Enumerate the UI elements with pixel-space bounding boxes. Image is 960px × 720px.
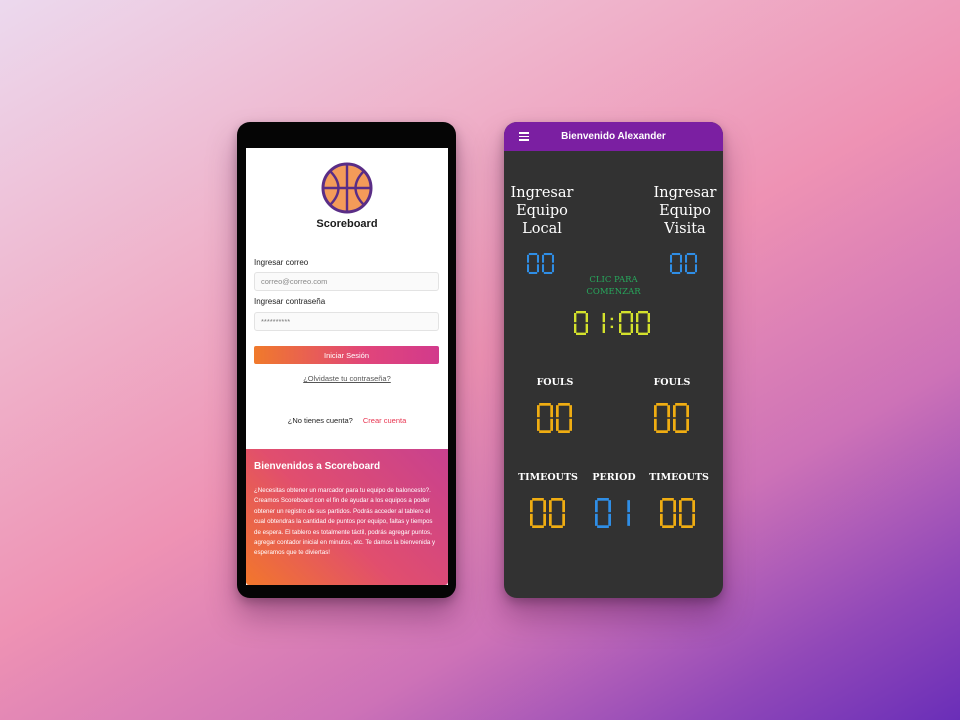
basketball-icon <box>321 162 373 214</box>
email-label: Ingresar correo <box>254 258 309 267</box>
local-fouls-label: FOULS <box>536 377 574 388</box>
signup-row: ¿No tienes cuenta? Crear cuenta <box>246 416 448 425</box>
welcome-title: Bienvenidos a Scoreboard <box>254 461 381 472</box>
password-field[interactable] <box>254 312 439 331</box>
no-account-text: ¿No tienes cuenta? <box>287 416 353 425</box>
forgot-password-link[interactable]: ¿Olvidaste tu contraseña? <box>246 374 448 383</box>
phone-scoreboard: Bienvenido Alexander Ingresar Equipo Loc… <box>504 122 723 598</box>
login-screen: Scoreboard Ingresar correo Ingresar cont… <box>246 148 448 585</box>
app-bar: Bienvenido Alexander <box>504 122 723 151</box>
digit-0 <box>556 403 572 433</box>
logo-title: Scoreboard <box>316 218 378 230</box>
game-timer[interactable] <box>574 311 653 335</box>
digit-0 <box>654 403 670 433</box>
password-label: Ingresar contraseña <box>254 297 326 306</box>
visit-team-name[interactable]: Ingresar Equipo Visita <box>648 184 722 238</box>
colon-separator <box>610 317 614 329</box>
local-score[interactable] <box>527 253 557 274</box>
digit-0 <box>679 498 695 528</box>
local-team-name[interactable]: Ingresar Equipo Local <box>505 184 579 238</box>
visit-score[interactable] <box>670 253 700 274</box>
local-fouls[interactable] <box>537 403 575 433</box>
digit-0 <box>537 403 553 433</box>
period-label: PERIOD <box>592 472 636 483</box>
digit-0 <box>542 253 554 274</box>
visit-timeouts-label: TIMEOUTS <box>649 472 709 483</box>
logo: Scoreboard <box>246 162 448 230</box>
app-bar-title: Bienvenido Alexander <box>561 131 666 142</box>
visit-fouls[interactable] <box>654 403 692 433</box>
digit-0 <box>618 311 633 335</box>
local-timeouts[interactable] <box>530 498 568 528</box>
welcome-text: ¿Necesitas obtener un marcador para tu e… <box>254 487 436 557</box>
email-field[interactable] <box>254 272 439 291</box>
digit-0 <box>660 498 676 528</box>
visit-fouls-label: FOULS <box>653 377 691 388</box>
digit-0 <box>635 311 650 335</box>
digit-0 <box>670 253 682 274</box>
local-timeouts-label: TIMEOUTS <box>518 472 578 483</box>
digit-0 <box>549 498 565 528</box>
digit-0 <box>574 311 588 335</box>
digit-0 <box>530 498 546 528</box>
login-button[interactable]: Iniciar Sesión <box>254 346 439 364</box>
phone-login: Scoreboard Ingresar correo Ingresar cont… <box>237 122 456 598</box>
visit-timeouts[interactable] <box>660 498 698 528</box>
digit-0 <box>673 403 689 433</box>
welcome-card: Bienvenidos a Scoreboard ¿Necesitas obte… <box>246 449 448 585</box>
period-value[interactable] <box>595 498 633 528</box>
start-hint[interactable]: CLIC PARA COMENZAR <box>576 274 651 298</box>
digit-0 <box>595 498 611 528</box>
create-account-link[interactable]: Crear cuenta <box>363 416 406 425</box>
digit-1 <box>627 500 630 526</box>
digit-0 <box>527 253 539 274</box>
digit-1 <box>602 312 605 334</box>
digit-0 <box>685 253 697 274</box>
